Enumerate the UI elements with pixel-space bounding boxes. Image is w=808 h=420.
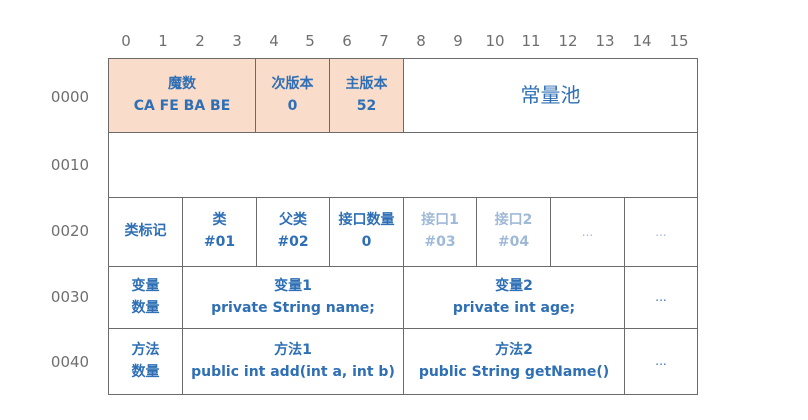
method-more-cell: ... [624,328,698,395]
access-flags-cell: 类标记 [108,197,183,267]
super-class-label: 父类 [279,212,307,229]
method-count-cell: 方法 数量 [108,328,183,395]
interface-2-cell: 接口2 #04 [476,197,551,267]
constant-pool-cell: 常量池 [403,58,698,133]
major-version-cell: 主版本 52 [329,58,404,133]
field-1-value: private String name; [211,299,375,316]
method-2-cell: 方法2 public String getName() [403,328,625,395]
field-1-cell: 变量1 private String name; [182,266,404,329]
constant-pool-label: 常量池 [520,83,581,107]
super-class-cell: 父类 #02 [256,197,330,267]
field-1-label: 变量1 [274,277,312,294]
access-flags-label: 类标记 [124,223,167,240]
method-2-label: 方法2 [495,341,533,358]
super-class-value: #02 [277,234,309,250]
field-count-line2: 数量 [131,299,160,316]
major-version-value: 52 [356,97,377,114]
interface-1-value: #03 [424,234,456,250]
minor-version-cell: 次版本 0 [255,58,330,133]
magic-number-cell: 魔数 CA FE BA BE [108,58,256,133]
field-count-cell: 变量 数量 [108,266,183,329]
interface-2-value: #04 [497,234,530,250]
this-class-cell: 类 #01 [182,197,257,267]
constant-pool-continued-cell [108,132,698,198]
this-class-value: #01 [203,234,236,250]
interface-count-label: 接口数量 [338,212,395,229]
ellipsis: ... [655,290,667,305]
field-more-cell: ... [624,266,698,329]
interface-more-cell-2: ... [624,197,698,267]
method-1-cell: 方法1 public int add(int a, int b) [182,328,404,395]
interface-1-label: 接口1 [421,212,459,229]
ellipsis: ... [581,224,594,239]
method-count-line1: 方法 [131,341,160,358]
field-2-label: 变量2 [495,277,533,294]
interface-count-cell: 接口数量 0 [329,197,404,267]
major-version-label: 主版本 [345,75,388,92]
interface-1-cell: 接口1 #03 [403,197,477,267]
method-1-value: public int add(int a, int b) [191,363,395,380]
method-2-value: public String getName() [418,363,610,380]
magic-label: 魔数 [168,75,196,92]
minor-version-label: 次版本 [271,75,314,92]
field-2-cell: 变量2 private int age; [403,266,625,329]
method-count-line2: 数量 [131,363,160,380]
ellipsis: ... [655,354,667,369]
field-2-value: private int age; [452,299,576,316]
class-file-grid: 魔数 CA FE BA BE 次版本 0 主版本 52 常量池 类标记 类 #0… [0,0,808,420]
magic-value: CA FE BA BE [133,97,231,114]
method-1-label: 方法1 [274,341,312,358]
minor-version-value: 0 [287,97,298,114]
interface-count-value: 0 [361,234,372,250]
this-class-label: 类 [212,212,227,229]
interface-more-cell: ... [550,197,625,267]
ellipsis: ... [655,224,667,239]
field-count-line1: 变量 [131,277,160,294]
interface-2-label: 接口2 [494,212,533,229]
